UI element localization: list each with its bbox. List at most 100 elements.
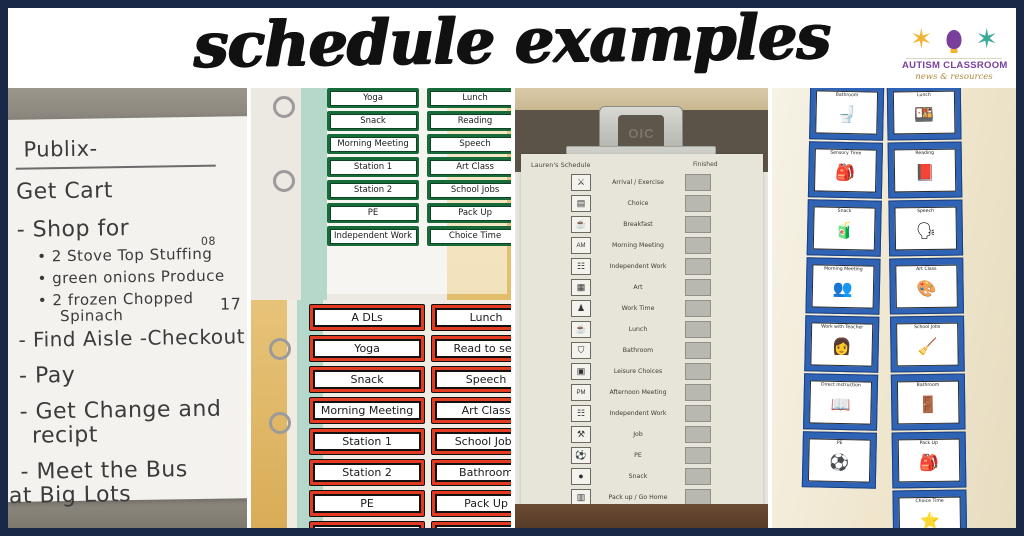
picture-schedule-card[interactable]: Work with Teacher 👩 (804, 315, 880, 373)
schedule-card[interactable]: Station 1 (309, 428, 426, 455)
schedule-card[interactable]: Station 2 (309, 459, 426, 486)
checklist-finished-checkbox[interactable] (685, 426, 711, 443)
logo-name: AUTISM CLASSROOM (902, 60, 1008, 71)
picture-card-inner: Art Class 🎨 (895, 264, 958, 309)
checklist-row: ● Snack (521, 466, 763, 487)
schedule-card-label: Station 2 (313, 463, 422, 482)
picture-schedule-card[interactable]: Sensory Time 🎒 (807, 141, 884, 199)
schedule-card[interactable]: Station 2 (327, 180, 420, 200)
checklist-row-label: Independent Work (609, 410, 667, 417)
list-bullet-3: Spinach (59, 306, 124, 326)
picture-schedule-card[interactable]: Choice Time ⭐ (892, 489, 968, 528)
schedule-card[interactable]: Speech (431, 366, 511, 393)
picture-card-inner: Direct Instruction 📖 (809, 380, 873, 425)
schedule-card[interactable]: Art Class (427, 157, 511, 177)
checklist-finished-checkbox[interactable] (685, 174, 711, 191)
picture-schedule-card[interactable]: Bathroom 🚽 (809, 88, 885, 141)
schedule-card[interactable]: Yoga (309, 335, 426, 362)
schedule-card[interactable]: Lunch (427, 88, 511, 108)
schedule-card[interactable]: Snack (327, 111, 420, 131)
checklist-finished-checkbox[interactable] (685, 279, 711, 296)
checklist-finished-checkbox[interactable] (685, 216, 711, 233)
choice-icon: ▤ (571, 195, 591, 212)
checklist-finished-checkbox[interactable] (685, 321, 711, 338)
list-line-4: - Get Change and (19, 396, 222, 425)
schedule-card[interactable]: Morning Meeting (309, 397, 426, 424)
checklist-finished-checkbox[interactable] (685, 405, 711, 422)
green-cards-right-column[interactable]: Lunch Reading Speech Art Class School Jobs Pa… (427, 88, 511, 249)
schedule-card[interactable]: Choice Time (431, 521, 511, 528)
schedule-card[interactable]: Station 1 (327, 157, 420, 177)
checklist-finished-checkbox[interactable] (685, 195, 711, 212)
checklist-row-label: Arrival / Exercise (612, 179, 664, 186)
bathroom-icon: ⛉ (571, 342, 591, 359)
green-cards-left-column[interactable]: Yoga Snack Morning Meeting Station 1 Station… (327, 88, 420, 249)
am-meeting-icon: AM (571, 237, 591, 254)
schedule-card-label: PE (313, 494, 422, 513)
picture-schedule-card[interactable]: Lunch 🍱 (886, 88, 962, 141)
schedule-card-label: Snack (313, 370, 422, 389)
work-time-icon: ♟ (571, 300, 591, 317)
checklist-row-label: Leisure Choices (613, 368, 663, 375)
checklist-finished-checkbox[interactable] (685, 468, 711, 485)
schedule-card[interactable]: Pack Up (431, 490, 511, 517)
picture-schedule-card[interactable]: Morning Meeting 👥 (805, 257, 881, 315)
red-cards-right-column[interactable]: Lunch Read to self Speech Art Class School J… (431, 304, 511, 528)
schedule-card-label: Choice Time (429, 228, 511, 244)
list-bullet-0: • 2 Stove Top Stuffing (37, 244, 213, 266)
schedule-card[interactable]: Bathroom (431, 459, 511, 486)
picture-schedule-card[interactable]: Art Class 🎨 (889, 257, 964, 315)
picture-card-inner: Work with Teacher 👩 (810, 322, 874, 367)
list-line-7: at Big Lots (8, 482, 132, 509)
schedule-card-label: School Jobs (435, 432, 511, 451)
checklist-row-label: Bathroom (622, 347, 654, 354)
picture-card-inner: Morning Meeting 👥 (811, 264, 875, 309)
schedule-card-label: Morning Meeting (329, 136, 417, 152)
picture-schedule-card[interactable]: School Jobs 🧹 (889, 315, 965, 373)
schedule-card[interactable]: Art Class (431, 397, 511, 424)
picture-card-image-icon: 🗣 (915, 222, 937, 240)
schedule-card[interactable]: School Jobs (427, 180, 511, 200)
checklist-finished-checkbox[interactable] (685, 384, 711, 401)
checklist-finished-checkbox[interactable] (685, 237, 711, 254)
red-cards-left-column[interactable]: A DLs Yoga Snack Morning Meeting Station 1 St… (309, 304, 426, 528)
schedule-card[interactable]: Choice Time (427, 226, 511, 246)
schedule-card[interactable]: School Jobs (431, 428, 511, 455)
wall-cards-left-column[interactable]: Bathroom 🚽 Sensory Time 🎒 Snack 🧃 Morning Meet… (801, 88, 885, 491)
picture-schedule-card[interactable]: Pack Up 🎒 (891, 431, 967, 489)
schedule-card[interactable]: Read to self (431, 335, 511, 362)
picture-schedule-card[interactable]: Bathroom 🚪 (890, 373, 966, 431)
schedule-card[interactable]: Lunch (431, 304, 511, 331)
schedule-card[interactable]: Morning Meeting (327, 134, 420, 154)
checklist-row: ♟ Work Time (521, 298, 763, 319)
picture-card-inner: Choice Time ⭐ (898, 496, 962, 528)
schedule-card[interactable]: Reading (427, 111, 511, 131)
schedule-card[interactable]: Independent Work (327, 226, 420, 246)
schedule-card[interactable]: PE (327, 203, 420, 223)
picture-card-inner: Bathroom 🚽 (815, 90, 879, 135)
picture-schedule-card[interactable]: Speech 🗣 (888, 199, 964, 257)
wall-cards-right-column[interactable]: Lunch 🍱 Reading 📕 Speech 🗣 Art Class 🎨 School Jo… (886, 88, 968, 528)
picture-schedule-card[interactable]: Snack 🧃 (806, 199, 882, 257)
schedule-card[interactable]: Independent Work (309, 521, 426, 528)
schedule-card[interactable]: PE (309, 490, 426, 517)
checklist-finished-checkbox[interactable] (685, 447, 711, 464)
checklist-row: ▣ Leisure Choices (521, 361, 763, 382)
schedule-card[interactable]: A DLs (309, 304, 426, 331)
checklist-finished-checkbox[interactable] (685, 300, 711, 317)
schedule-card-label: Station 2 (329, 182, 417, 198)
schedule-card[interactable]: Yoga (327, 88, 420, 108)
picture-schedule-card[interactable]: Reading 📕 (887, 141, 963, 199)
checklist-row-label: Independent Work (609, 263, 667, 270)
binder-ring (273, 170, 296, 192)
schedule-card-label: Bathroom (435, 463, 511, 482)
schedule-card[interactable]: Speech (427, 134, 511, 154)
list-note-0: 08 (200, 234, 217, 248)
checklist-finished-checkbox[interactable] (685, 363, 711, 380)
schedule-card[interactable]: Pack Up (427, 203, 511, 223)
schedule-card[interactable]: Snack (309, 366, 426, 393)
picture-schedule-card[interactable]: Direct Instruction 📖 (802, 373, 879, 431)
picture-schedule-card[interactable]: PE ⚽ (801, 431, 877, 489)
checklist-finished-checkbox[interactable] (685, 258, 711, 275)
checklist-finished-checkbox[interactable] (685, 342, 711, 359)
